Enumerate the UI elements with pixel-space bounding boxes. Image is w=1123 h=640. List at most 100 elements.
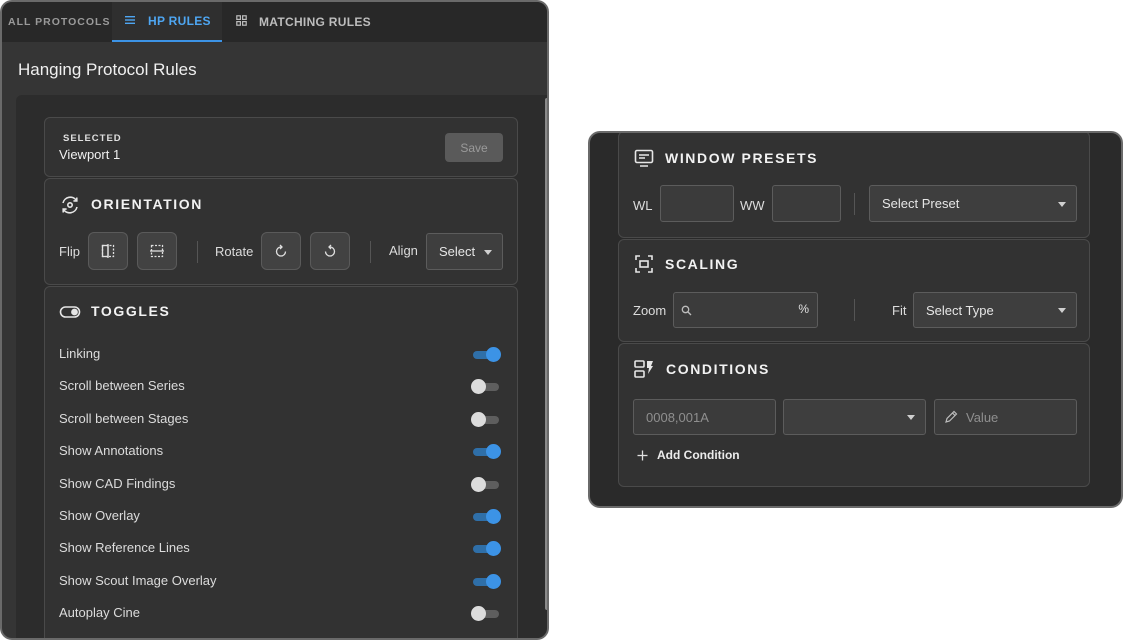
list-icon: [124, 15, 136, 28]
divider: [854, 193, 855, 215]
rules-scroll-area[interactable]: SELECTED Viewport 1 Save ORIENTATION Fli…: [16, 95, 547, 638]
toggle-row: Show CAD Findings: [45, 476, 517, 494]
tab-matching-rules-label: MATCHING RULES: [259, 15, 371, 29]
ww-label: WW: [740, 198, 765, 213]
scrollbar[interactable]: [545, 98, 547, 610]
pencil-icon: [944, 410, 958, 427]
toggle-label: Show Scout Image Overlay: [59, 573, 217, 588]
viewport-settings-panel: WINDOW PRESETS WL WW Select Preset SCALI…: [588, 131, 1123, 508]
tab-matching-rules[interactable]: MATCHING RULES: [232, 2, 371, 42]
plus-icon: [637, 450, 648, 461]
condition-value-input[interactable]: Value: [934, 399, 1077, 435]
tab-all-protocols[interactable]: ALL PROTOCOLS: [8, 2, 110, 42]
conditions-title: CONDITIONS: [666, 361, 770, 377]
conditions-icon: [633, 358, 655, 380]
save-button[interactable]: Save: [445, 133, 503, 162]
preset-select[interactable]: Select Preset: [869, 185, 1077, 222]
toggle-knob: [486, 574, 501, 589]
rotate-label: Rotate: [215, 244, 254, 259]
toggle-knob: [486, 347, 501, 362]
condition-tag-placeholder: 0008,001A: [646, 409, 709, 425]
condition-tag-input[interactable]: 0008,001A: [633, 399, 776, 435]
divider: [854, 299, 855, 321]
toggle-icon: [59, 301, 81, 323]
toggle-label: Show CAD Findings: [59, 476, 176, 491]
ww-input[interactable]: [772, 185, 841, 222]
wl-label: WL: [633, 198, 653, 213]
toggle-switch[interactable]: [471, 379, 499, 394]
page-title: Hanging Protocol Rules: [18, 60, 197, 79]
selected-viewport-card: SELECTED Viewport 1 Save: [44, 117, 518, 177]
tab-hp-rules[interactable]: HP RULES: [112, 2, 222, 42]
window-presets-section: WINDOW PRESETS WL WW Select Preset: [618, 133, 1090, 238]
condition-operator-select[interactable]: [783, 399, 926, 435]
flip-vertical-button[interactable]: [137, 232, 177, 270]
toggle-knob: [471, 379, 486, 394]
hp-rules-panel: ALL PROTOCOLS HP RULES MATCHING RULES Ha…: [0, 0, 549, 640]
toggle-switch[interactable]: [473, 444, 501, 459]
zoom-input[interactable]: %: [673, 292, 818, 328]
scaling-title: SCALING: [665, 256, 740, 272]
toggle-switch[interactable]: [471, 412, 499, 427]
toggle-switch[interactable]: [473, 347, 501, 362]
scaling-section: SCALING Zoom % Fit Select Type: [618, 239, 1090, 342]
monitor-icon: [633, 147, 655, 169]
toggle-row: Show Scout Image Overlay: [45, 573, 517, 591]
divider: [370, 241, 371, 263]
toggle-label: Show Reference Lines: [59, 540, 190, 555]
rotate-clockwise-icon: [275, 244, 287, 257]
orientation-section: ORIENTATION Flip Rotate Align Select: [44, 178, 518, 285]
toggle-knob: [486, 541, 501, 556]
window-presets-title: WINDOW PRESETS: [665, 150, 819, 166]
toggle-knob: [486, 509, 501, 524]
toggle-switch[interactable]: [473, 574, 501, 589]
toggle-row: Autoplay Cine: [45, 605, 517, 623]
toggle-switch[interactable]: [473, 509, 501, 524]
toggle-knob: [471, 412, 486, 427]
fit-select-value: Select Type: [926, 302, 994, 318]
rotate-counterclockwise-button[interactable]: [310, 232, 350, 270]
condition-value-placeholder: Value: [966, 410, 999, 425]
toggles-section: TOGGLES Linking Scroll between Series Scro…: [44, 286, 518, 638]
conditions-section: CONDITIONS 0008,001A Value Add Condition: [618, 343, 1090, 487]
tab-all-protocols-label: ALL PROTOCOLS: [8, 16, 111, 28]
align-select[interactable]: Select: [426, 233, 503, 270]
toggle-row: Show Annotations: [45, 443, 517, 461]
selected-label: SELECTED: [63, 133, 122, 144]
toggle-row: Scroll between Stages: [45, 411, 517, 429]
preset-select-value: Select Preset: [882, 196, 960, 211]
orientation-title: ORIENTATION: [91, 196, 203, 212]
toggle-knob: [471, 477, 486, 492]
scale-frame-icon: [633, 253, 655, 275]
toggle-switch[interactable]: [471, 477, 499, 492]
fit-label: Fit: [892, 303, 907, 318]
zoom-label: Zoom: [633, 303, 667, 318]
flip-horizontal-button[interactable]: [88, 232, 128, 270]
toggle-label: Show Overlay: [59, 508, 140, 523]
toggle-row: Show Reference Lines: [45, 540, 517, 558]
fit-select[interactable]: Select Type: [913, 292, 1077, 328]
chevron-down-icon: [484, 249, 492, 255]
tab-bar: ALL PROTOCOLS HP RULES MATCHING RULES: [2, 2, 547, 42]
rotate-counterclockwise-icon: [324, 244, 336, 257]
rotate-clockwise-button[interactable]: [261, 232, 301, 270]
add-condition-label: Add Condition: [657, 448, 740, 462]
toggle-knob: [471, 606, 486, 621]
toggle-label: Scroll between Series: [59, 378, 185, 393]
grid-icon: [236, 15, 247, 29]
toggle-label: Linking: [59, 346, 101, 361]
toggle-row: Show Overlay: [45, 508, 517, 526]
toggle-switch[interactable]: [471, 606, 499, 621]
zoom-unit: %: [798, 302, 809, 316]
toggle-row: Scroll between Series: [45, 378, 517, 396]
toggles-title: TOGGLES: [91, 303, 171, 319]
flip-horizontal-icon: [101, 244, 115, 258]
add-condition-button[interactable]: Add Condition: [637, 448, 740, 462]
chevron-down-icon: [1058, 308, 1066, 313]
toggle-label: Scroll between Stages: [59, 411, 189, 426]
align-label: Align: [389, 243, 418, 258]
toggle-switch[interactable]: [473, 541, 501, 556]
wl-input[interactable]: [660, 185, 734, 222]
flip-vertical-icon: [150, 244, 164, 258]
align-select-value: Select: [439, 244, 476, 259]
